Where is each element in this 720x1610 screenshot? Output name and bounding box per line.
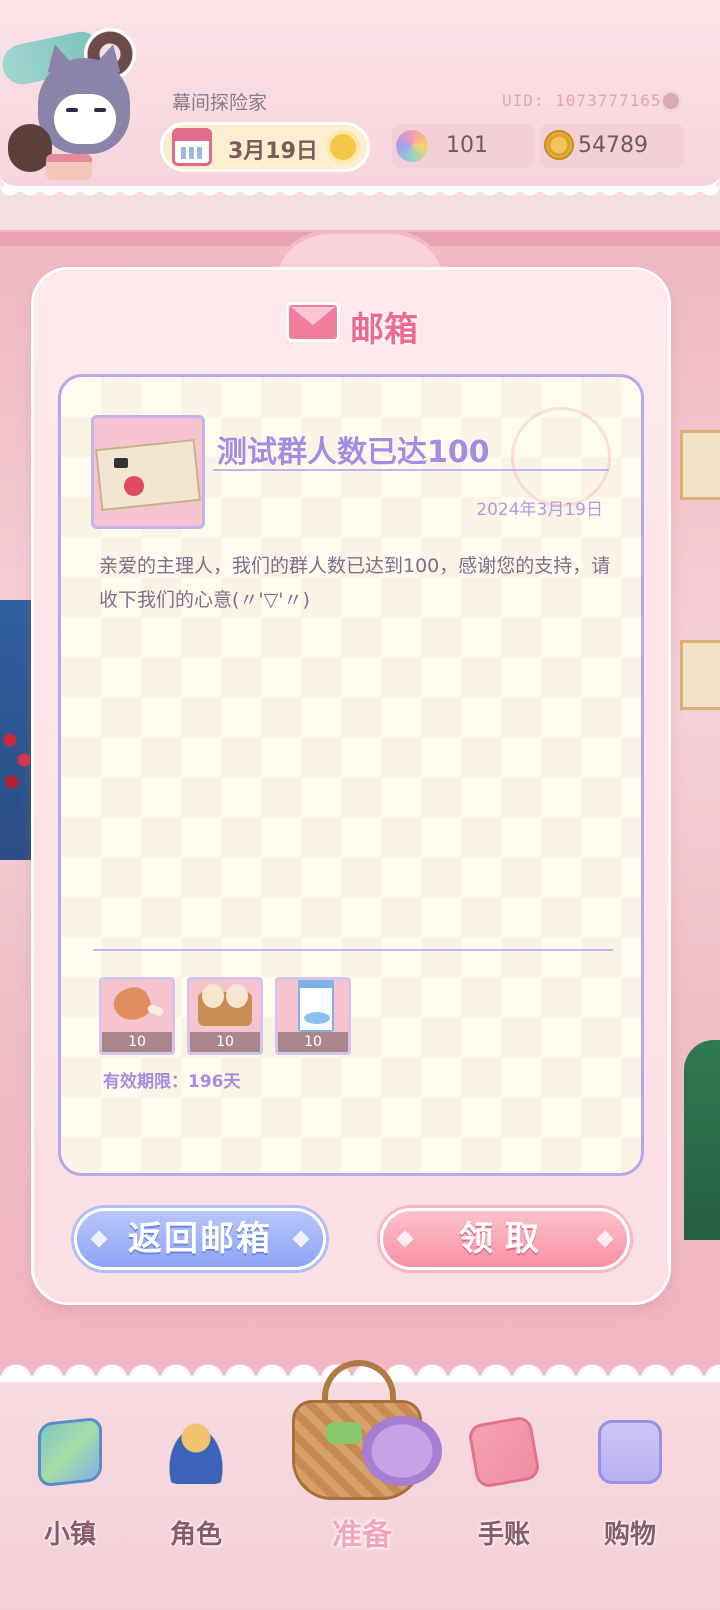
picture-frame: [680, 640, 720, 710]
coin-value: 54789: [578, 133, 648, 158]
player-avatar[interactable]: [0, 28, 152, 188]
bow-icon: [326, 1422, 362, 1444]
journal-icon: [466, 1414, 542, 1490]
milk-icon: [298, 980, 334, 1032]
letter-envelope-icon: [95, 438, 201, 512]
nav-label: 小镇: [43, 1520, 96, 1550]
expiry-text: 有效期限：196天: [103, 1072, 241, 1092]
picture-frame: [680, 430, 720, 500]
gem-value: 101: [446, 133, 488, 158]
player-name: 幕间探险家: [172, 92, 268, 114]
mail-subject: 测试群人数已达100: [217, 435, 490, 470]
nav-label: 准备: [332, 1518, 392, 1553]
nav-label: 购物: [603, 1520, 656, 1550]
player-uid: UID: 1073777165: [502, 91, 662, 110]
cake-icon: [46, 154, 92, 180]
mail-thumbnail: [91, 415, 205, 529]
flowers-decoration: [0, 720, 36, 810]
eggs-icon: [198, 984, 252, 1026]
nav-label: 手账: [477, 1520, 530, 1550]
claim-button[interactable]: 领取: [380, 1208, 630, 1270]
reward-divider: [93, 949, 613, 951]
reward-count: 10: [190, 1032, 260, 1052]
reward-list: 10 10 10: [99, 977, 351, 1057]
reward-count: 10: [102, 1032, 172, 1052]
hat-icon: [362, 1416, 442, 1486]
mail-body: 亲爱的主理人，我们的群人数已达到100，感谢您的支持，请收下我们的心意(〃'▽'…: [99, 555, 611, 611]
nav-item-town[interactable]: 小镇: [20, 1410, 120, 1560]
character-icon: [164, 1420, 228, 1484]
reward-item-drumstick[interactable]: 10: [99, 977, 175, 1055]
reward-item-eggs[interactable]: 10: [187, 977, 263, 1055]
nav-label: 角色: [169, 1520, 222, 1550]
mail-date: 2024年3月19日: [476, 500, 603, 520]
mailbox-dialog: 邮箱 测试群人数已达100 2024年3月19日 亲爱的主理人，我们的群人数已达…: [34, 270, 668, 1302]
christmas-tree-decoration: [684, 1040, 720, 1240]
nav-item-prepare[interactable]: 准备: [262, 1360, 462, 1553]
nav-item-journal[interactable]: 手账: [454, 1410, 554, 1560]
heart-seal-icon: [124, 476, 144, 496]
hud-scallop-edge: [0, 186, 720, 202]
game-date: 3月19日: [228, 139, 318, 164]
reward-item-milk[interactable]: 10: [275, 977, 351, 1055]
sun-weather-icon: [330, 134, 356, 160]
map-icon: [38, 1416, 102, 1488]
drumstick-icon: [109, 982, 155, 1026]
envelope-icon: [286, 302, 340, 342]
reward-count: 10: [278, 1032, 348, 1052]
copy-uid-icon[interactable]: [660, 90, 682, 112]
shopping-bag-icon: [598, 1420, 662, 1484]
coin-icon: [544, 130, 574, 160]
nav-item-character[interactable]: 角色: [146, 1410, 246, 1560]
calendar-icon: [172, 128, 212, 166]
dialog-title: 邮箱: [350, 310, 418, 350]
postmark-decoration: [511, 407, 611, 507]
subject-underline: [213, 469, 609, 471]
back-to-mailbox-button[interactable]: 返回邮箱: [74, 1208, 326, 1270]
nav-item-shopping[interactable]: 购物: [580, 1410, 680, 1560]
mail-letter: 测试群人数已达100 2024年3月19日 亲爱的主理人，我们的群人数已达到10…: [58, 374, 644, 1176]
gem-icon: [396, 130, 428, 162]
